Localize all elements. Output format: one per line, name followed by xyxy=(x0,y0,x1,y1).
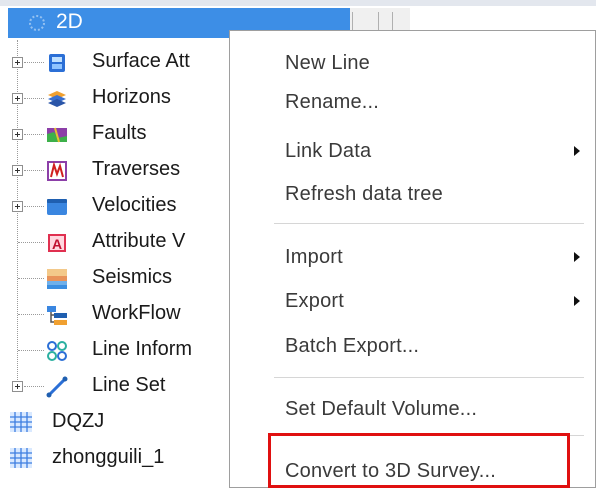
menu-item-label: Rename... xyxy=(285,91,380,113)
tree-root-dqzj[interactable]: DQZJ xyxy=(0,404,230,440)
menu-item-export[interactable]: Export xyxy=(230,281,596,321)
menu-item-label: Batch Export... xyxy=(285,335,420,357)
tree-item-label: zhongguili_1 xyxy=(52,446,165,468)
expand-icon[interactable] xyxy=(12,381,23,392)
seismics-icon xyxy=(47,269,67,289)
tree-item-label: Surface Att xyxy=(92,50,190,72)
velocities-icon xyxy=(47,199,67,215)
tree-item-label: 2D xyxy=(56,10,83,33)
traverses-icon xyxy=(47,161,67,181)
submenu-arrow-icon xyxy=(574,296,580,306)
tree-item-label: WorkFlow xyxy=(92,302,181,324)
menu-item-label: Set Default Volume... xyxy=(285,398,478,420)
tree-item-label: Seismics xyxy=(92,266,173,288)
context-menu: New Line Rename... Link Data Refresh dat… xyxy=(229,30,596,488)
window-top-strip xyxy=(0,0,596,6)
menu-item-set-default-volume[interactable]: Set Default Volume... xyxy=(230,389,596,429)
expand-icon[interactable] xyxy=(12,57,23,68)
tree-item-label: Faults xyxy=(92,122,147,144)
submenu-arrow-icon xyxy=(574,146,580,156)
attribute-volume-icon: A xyxy=(48,234,66,252)
tree-item-line-information[interactable]: Line Inform xyxy=(0,332,230,368)
svg-text:A: A xyxy=(52,236,62,252)
menu-item-import[interactable]: Import xyxy=(230,237,596,277)
highlight-annotation-box xyxy=(268,433,570,488)
expand-icon[interactable] xyxy=(12,129,23,140)
survey-icon xyxy=(29,15,45,31)
line-set-icon xyxy=(46,376,68,398)
menu-item-rename[interactable]: Rename... xyxy=(230,82,596,122)
menu-item-label: Export xyxy=(285,290,345,312)
survey-icon xyxy=(10,412,32,432)
tree-item-surface-attribute[interactable]: Surface Att xyxy=(0,44,230,80)
menu-item-label: Import xyxy=(285,246,343,268)
menu-item-refresh-data-tree[interactable]: Refresh data tree xyxy=(230,174,596,214)
tree-root-zhongguili-1[interactable]: zhongguili_1 xyxy=(0,440,230,476)
tree-item-line-set[interactable]: Line Set xyxy=(0,368,230,404)
menu-separator xyxy=(274,377,584,378)
tree-item-label: Line Inform xyxy=(92,338,193,360)
menu-item-new-line[interactable]: New Line xyxy=(230,43,596,83)
menu-item-label: Refresh data tree xyxy=(285,183,443,205)
tree-item-label: Line Set xyxy=(92,374,166,396)
tree-item-label: Traverses xyxy=(92,158,181,180)
survey-icon xyxy=(10,448,32,468)
tree-item-velocities[interactable]: Velocities xyxy=(0,188,230,224)
menu-item-label: Link Data xyxy=(285,140,372,162)
menu-item-batch-export[interactable]: Batch Export... xyxy=(230,326,596,366)
tree-item-label: Attribute V xyxy=(92,230,186,252)
tree-item-workflow[interactable]: WorkFlow xyxy=(0,296,230,332)
menu-item-label: New Line xyxy=(285,52,370,74)
tree-item-label: Velocities xyxy=(92,194,177,216)
menu-item-link-data[interactable]: Link Data xyxy=(230,131,596,171)
faults-icon xyxy=(47,127,67,143)
tree-item-faults[interactable]: Faults xyxy=(0,116,230,152)
expand-icon[interactable] xyxy=(12,201,23,212)
submenu-arrow-icon xyxy=(574,252,580,262)
tree-item-label: Horizons xyxy=(92,86,171,108)
tree-item-attribute-volume[interactable]: A Attribute V xyxy=(0,224,230,260)
tree-item-traverses[interactable]: Traverses xyxy=(0,152,230,188)
expand-icon[interactable] xyxy=(12,165,23,176)
data-tree: Surface Att Horizons Faults Traverses Ve… xyxy=(0,40,230,488)
horizons-icon xyxy=(48,91,66,107)
tree-item-horizons[interactable]: Horizons xyxy=(0,80,230,116)
menu-separator xyxy=(274,223,584,224)
surface-attribute-icon xyxy=(49,54,65,72)
tree-item-seismics[interactable]: Seismics xyxy=(0,260,230,296)
tree-item-label: DQZJ xyxy=(52,410,105,432)
workflow-icon xyxy=(47,306,67,325)
expand-icon[interactable] xyxy=(12,93,23,104)
line-information-icon xyxy=(47,341,67,361)
